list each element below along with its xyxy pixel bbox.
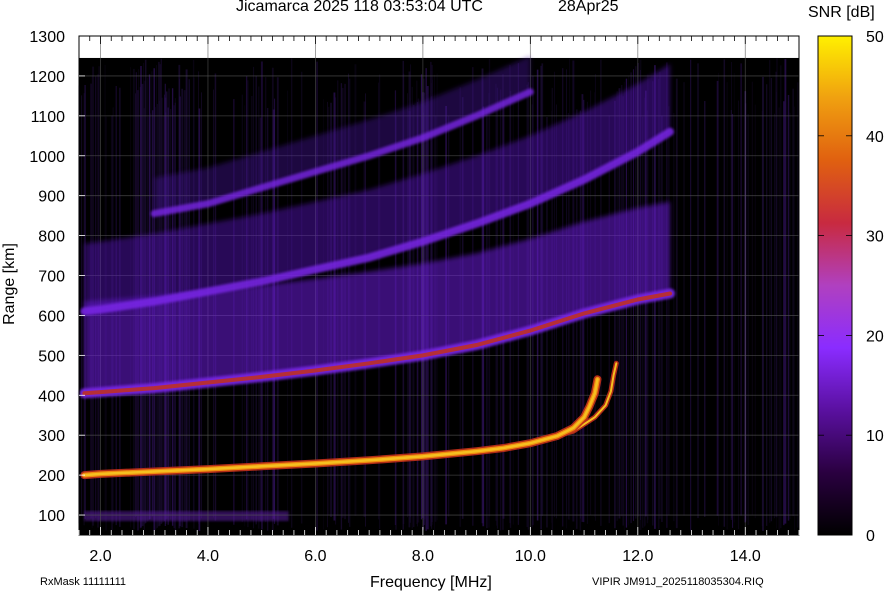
y-tick-label: 500: [38, 348, 65, 365]
x-tick-label: 12.0: [622, 548, 653, 565]
x-tick-label: 6.0: [304, 548, 326, 565]
x-tick-label: 14.0: [730, 548, 761, 565]
x-tick-label: 8.0: [412, 548, 434, 565]
y-tick-label: 800: [38, 229, 65, 246]
y-tick-label: 700: [38, 269, 65, 286]
y-tick-label: 1000: [29, 149, 65, 166]
y-tick-label: 600: [38, 308, 65, 325]
x-tick-label: 4.0: [197, 548, 219, 565]
colorbar-tick-label: 0: [866, 528, 875, 545]
y-tick-label: 300: [38, 428, 65, 445]
plot-top-strip: [79, 36, 799, 58]
y-tick-label: 1300: [29, 29, 65, 46]
colorbar-tick-label: 10: [866, 428, 884, 445]
y-tick-label: 200: [38, 468, 65, 485]
colorbar-scale: [817, 35, 853, 536]
colorbar: 0 10 20 30 40 50: [817, 29, 884, 545]
y-tick-label: 1200: [29, 69, 65, 86]
colorbar-tick-label: 30: [866, 229, 884, 246]
y-tick-label: 1100: [31, 109, 66, 126]
colorbar-tick-label: 50: [866, 29, 884, 46]
x-tick-label: 10.0: [515, 548, 546, 565]
y-tick-label: 100: [38, 508, 65, 525]
y-tick-label: 400: [38, 388, 65, 405]
ionogram-chart: 2.0 4.0 6.0 8.0 10.0 12.0 14.01002003004005006…: [29, 29, 884, 565]
x-tick-label: 2.0: [89, 548, 111, 565]
colorbar-tick-label: 40: [866, 129, 884, 146]
low-range-band: [84, 511, 289, 522]
y-tick-label: 900: [38, 189, 65, 206]
colorbar-tick-label: 20: [866, 328, 884, 345]
